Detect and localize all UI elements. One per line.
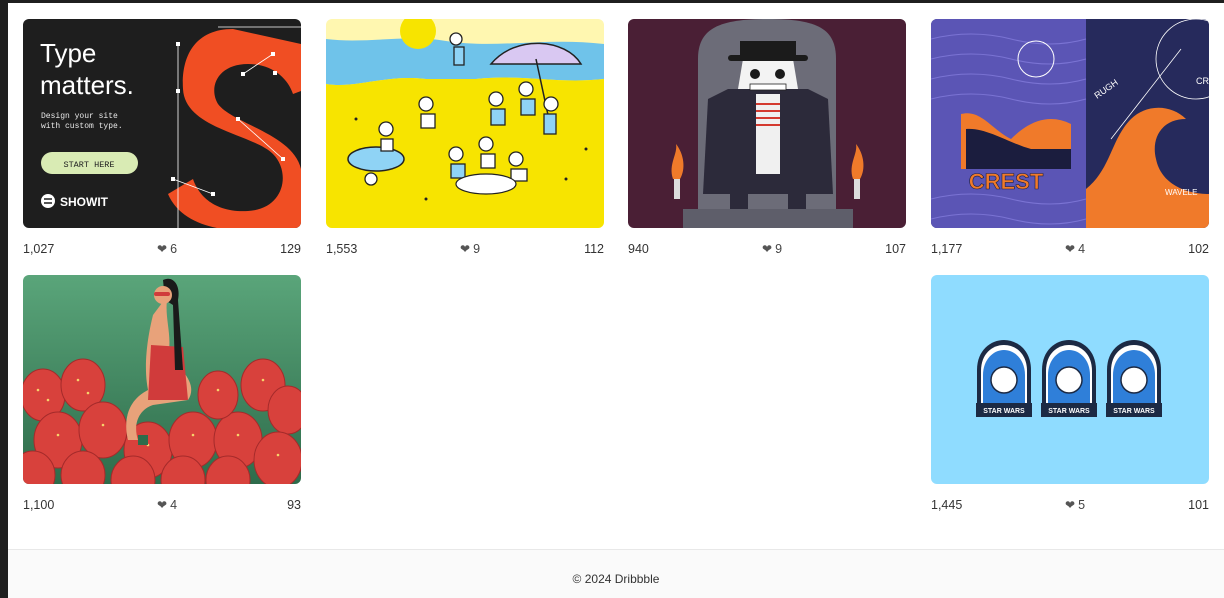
badge-label-3: STAR WARS <box>1113 408 1155 415</box>
shot-thumbnail-beach[interactable] <box>326 19 604 228</box>
shot-thumbnail-skeleton[interactable] <box>628 19 906 228</box>
comments-count: 102 <box>1188 242 1209 256</box>
star-wars-badges-image: STAR WARS STAR WARS STAR WARS <box>931 275 1209 484</box>
likes-count: 9 <box>775 242 783 256</box>
likes[interactable]: ❤ 6 <box>157 242 177 256</box>
likes[interactable]: ❤ 5 <box>1065 498 1085 512</box>
heart-icon: ❤ <box>1065 242 1076 256</box>
heart-icon: ❤ <box>157 498 168 512</box>
comments-count: 112 <box>584 242 604 256</box>
shot-stats: 1,027 ❤ 6 129 <box>23 239 301 261</box>
shot-card[interactable]: CREST RUGH WAVELE CR 1,177 ❤ 4 102 <box>931 19 1209 261</box>
views-count: 1,553 <box>326 242 358 256</box>
skeleton-illustration-image <box>628 19 906 228</box>
ad-sub-line2: with custom type. <box>41 122 123 131</box>
likes[interactable]: ❤ 4 <box>157 498 177 512</box>
views-count: 1,100 <box>23 498 55 512</box>
shot-thumbnail-showit[interactable]: Type matters. Design your site with cust… <box>23 19 301 228</box>
shot-stats: 1,177 ❤ 4 102 <box>931 239 1209 261</box>
page-footer: © 2024 Dribbble <box>8 549 1224 598</box>
comments-count: 101 <box>1188 498 1209 512</box>
shot-thumbnail-crest[interactable]: CREST RUGH WAVELE CR <box>931 19 1209 228</box>
shot-card[interactable]: 940 ❤ 9 107 <box>628 19 906 261</box>
comments-count: 129 <box>280 242 301 256</box>
crest-label: WAVELE <box>1165 188 1197 197</box>
shot-thumbnail-strawberry[interactable] <box>23 275 301 484</box>
heart-icon: ❤ <box>157 242 168 256</box>
dribbble-page: Type matters. Design your site with cust… <box>8 3 1224 598</box>
likes[interactable]: ❤ 9 <box>460 242 480 256</box>
ad-heading-line2: matters. <box>40 70 134 100</box>
ad-sub-line1: Design your site <box>41 112 118 121</box>
shot-stats: 940 ❤ 9 107 <box>628 239 906 261</box>
crest-corner-text: CR <box>1196 76 1209 86</box>
views-count: 1,027 <box>23 242 55 256</box>
copyright-text: © 2024 Dribbble <box>572 572 660 586</box>
shot-thumbnail-star-wars[interactable]: STAR WARS STAR WARS STAR WARS <box>931 275 1209 484</box>
comments-count: 107 <box>885 242 906 256</box>
heart-icon: ❤ <box>762 242 773 256</box>
strawberry-woman-image <box>23 275 301 484</box>
likes[interactable]: ❤ 4 <box>1065 242 1085 256</box>
ad-brand: SHOWIT <box>60 195 109 209</box>
views-count: 1,445 <box>931 498 963 512</box>
likes-count: 4 <box>170 498 178 512</box>
badge-label-2: STAR WARS <box>1048 408 1090 415</box>
shot-card[interactable]: Type matters. Design your site with cust… <box>23 19 301 261</box>
shot-card[interactable]: STAR WARS STAR WARS STAR WARS 1,445 ❤ 5 … <box>931 275 1209 517</box>
ad-cta: START HERE <box>63 160 114 170</box>
shot-stats: 1,553 ❤ 9 112 <box>326 239 604 261</box>
ad-heading-line1: Type <box>40 38 96 68</box>
heart-icon: ❤ <box>460 242 471 256</box>
beach-illustration-image <box>326 19 604 228</box>
heart-icon: ❤ <box>1065 498 1076 512</box>
shot-card[interactable]: 1,100 ❤ 4 93 <box>23 275 301 517</box>
views-count: 940 <box>628 242 649 256</box>
shot-stats: 1,100 ❤ 4 93 <box>23 495 301 517</box>
showit-ad-image: Type matters. Design your site with cust… <box>23 19 301 228</box>
shot-card[interactable]: 1,553 ❤ 9 112 <box>326 19 604 261</box>
shot-stats: 1,445 ❤ 5 101 <box>931 495 1209 517</box>
likes-count: 6 <box>170 242 178 256</box>
views-count: 1,177 <box>931 242 963 256</box>
likes-count: 5 <box>1078 498 1086 512</box>
crest-title: CREST <box>969 169 1044 194</box>
likes-count: 4 <box>1078 242 1086 256</box>
crest-poster-image: CREST RUGH WAVELE CR <box>931 19 1209 228</box>
likes[interactable]: ❤ 9 <box>762 242 782 256</box>
comments-count: 93 <box>287 498 301 512</box>
likes-count: 9 <box>473 242 481 256</box>
badge-label-1: STAR WARS <box>983 408 1025 415</box>
